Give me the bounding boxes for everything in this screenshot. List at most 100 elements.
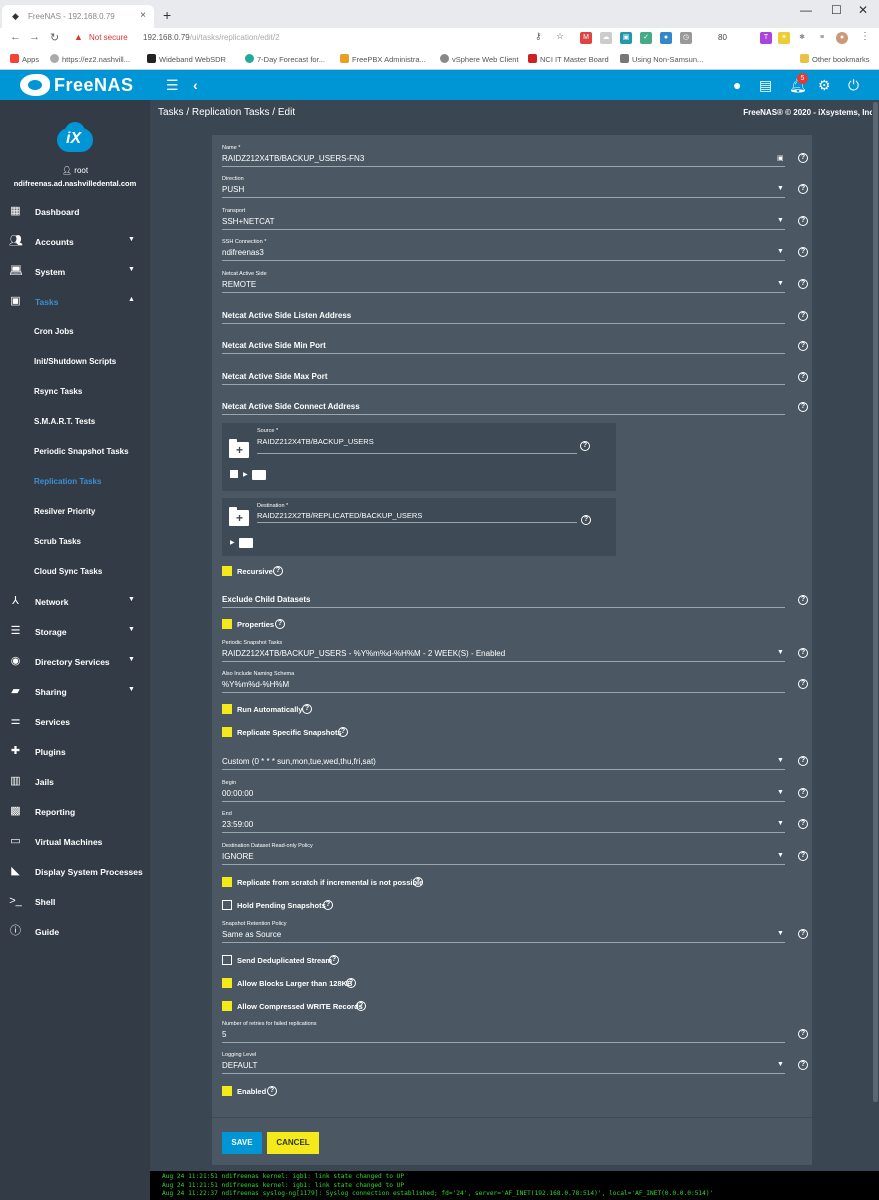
sidebar-item-tasks[interactable]: ▣ Tasks ▲ (0, 287, 150, 317)
help-icon[interactable]: ? (346, 978, 356, 988)
extensions-puzzle-icon[interactable]: ✱ (796, 32, 808, 44)
sidebar-item-services[interactable]: ⚌ Services (0, 707, 150, 737)
not-secure-label[interactable]: Not secure (89, 33, 128, 42)
key-icon[interactable]: ⚷ (535, 31, 542, 42)
sidebar-item-cloud-sync-tasks[interactable]: Cloud Sync Tasks (0, 557, 150, 587)
collapse-sidebar-icon[interactable]: ‹ (193, 76, 198, 94)
sidebar-item-reporting[interactable]: ▩ Reporting (0, 797, 150, 827)
save-button[interactable]: SAVE (222, 1132, 262, 1154)
extension-weather-icon[interactable]: ☀ (778, 32, 790, 44)
source-input[interactable]: RAIDZ212X4TB/BACKUP_USERS (257, 437, 374, 446)
help-icon[interactable]: ? (275, 619, 285, 629)
sidebar-item-replication-tasks[interactable]: Replication Tasks (0, 467, 150, 497)
settings-gear-icon[interactable]: ⚙ (818, 76, 831, 94)
help-icon[interactable]: ? (338, 727, 348, 737)
sidebar-item-plugins[interactable]: ✚ Plugins (0, 737, 150, 767)
extension-shield-icon[interactable]: ✓ (640, 32, 652, 44)
sidebar-item-scrub-tasks[interactable]: Scrub Tasks (0, 527, 150, 557)
help-icon[interactable]: ? (798, 679, 808, 689)
bookmark-item[interactable]: vSphere Web Client (440, 54, 519, 64)
sidebar-item-network[interactable]: ⅄ Network ▼ (0, 587, 150, 617)
help-icon[interactable]: ? (798, 311, 808, 321)
extension-counter[interactable]: 80 (718, 33, 727, 42)
help-icon[interactable]: ? (798, 1060, 808, 1070)
help-icon[interactable]: ? (798, 184, 808, 194)
sidebar-item-periodic-snapshot-tasks[interactable]: Periodic Snapshot Tasks (0, 437, 150, 467)
bookmark-item[interactable]: FreePBX Administra... (340, 54, 426, 64)
help-icon[interactable]: ? (798, 341, 808, 351)
help-icon[interactable]: ? (798, 788, 808, 798)
extension-cloud-icon[interactable]: ☁ (600, 32, 612, 44)
close-window-icon[interactable]: ✕ (858, 3, 868, 17)
breadcrumb[interactable]: Tasks / Replication Tasks / Edit (158, 107, 295, 118)
help-icon[interactable]: ? (798, 1029, 808, 1039)
help-icon[interactable]: ? (798, 595, 808, 605)
extension-clock-icon[interactable]: ◷ (680, 32, 692, 44)
bookmark-item[interactable]: Wideband WebSDR (147, 54, 226, 64)
menu-list-icon[interactable]: ≡ (816, 32, 828, 44)
extension-box-icon[interactable]: ▣ (620, 32, 632, 44)
help-icon[interactable]: ? (798, 819, 808, 829)
sidebar-item-directory-services[interactable]: ◉ Directory Services ▼ (0, 647, 150, 677)
help-icon[interactable]: ? (798, 402, 808, 412)
star-icon[interactable]: ☆ (556, 31, 564, 42)
help-icon[interactable]: ? (798, 929, 808, 939)
minimize-icon[interactable]: — (800, 3, 812, 17)
task-manager-icon[interactable]: ▤ (759, 76, 772, 94)
maximize-icon[interactable]: ☐ (831, 3, 842, 17)
sidebar-item-cron-jobs[interactable]: Cron Jobs (0, 317, 150, 347)
sidebar-item-system[interactable]: 💻︎ System ▼ (0, 257, 150, 287)
add-folder-icon[interactable]: + (229, 439, 249, 458)
browser-tab[interactable]: ◆ FreeNAS - 192.168.0.79 × (2, 5, 154, 28)
extension-lock-icon[interactable]: ● (660, 32, 672, 44)
new-tab-icon[interactable]: + (163, 7, 171, 23)
add-folder-icon[interactable]: + (229, 507, 249, 526)
help-icon[interactable]: ? (798, 216, 808, 226)
help-icon[interactable]: ? (798, 648, 808, 658)
expand-arrow-icon[interactable]: ▶ (230, 539, 235, 546)
sidebar-item-virtual-machines[interactable]: ▭ Virtual Machines (0, 827, 150, 857)
help-icon[interactable]: ? (273, 566, 283, 576)
profile-avatar[interactable]: ● (836, 32, 848, 44)
power-icon[interactable]: ⏻ (848, 76, 859, 94)
hamburger-menu-icon[interactable]: ☰ (166, 76, 179, 94)
sidebar-item-accounts[interactable]: 👥︎ Accounts ▼ (0, 227, 150, 257)
bookmark-item[interactable]: Apps (10, 54, 39, 64)
forward-icon[interactable]: → (29, 31, 40, 43)
help-icon[interactable]: ? (798, 279, 808, 289)
url-input[interactable]: 192.168.0.79/ui/tasks/replication/edit/2 (143, 33, 280, 42)
help-icon[interactable]: ? (798, 756, 808, 766)
theme-toggle-icon[interactable]: ● (733, 76, 741, 94)
help-icon[interactable]: ? (356, 1001, 366, 1011)
expand-arrow-icon[interactable]: ▶ (243, 471, 248, 478)
tab-close-icon[interactable]: × (140, 10, 146, 21)
destination-input[interactable]: RAIDZ212X2TB/REPLICATED/BACKUP_USERS (257, 511, 422, 520)
sidebar-item-resilver-priority[interactable]: Resilver Priority (0, 497, 150, 527)
sidebar-item-rsync-tasks[interactable]: Rsync Tasks (0, 377, 150, 407)
back-icon[interactable]: ← (10, 31, 21, 43)
sidebar-item-init-shutdown-scripts[interactable]: Init/Shutdown Scripts (0, 347, 150, 377)
help-icon[interactable]: ? (580, 441, 590, 451)
sidebar-item-sharing[interactable]: ▰ Sharing ▼ (0, 677, 150, 707)
help-icon[interactable]: ? (798, 247, 808, 257)
sidebar-item-smart-tests[interactable]: S.M.A.R.T. Tests (0, 407, 150, 437)
other-bookmarks[interactable]: Other bookmarks (800, 54, 870, 64)
help-icon[interactable]: ? (323, 900, 333, 910)
cancel-button[interactable]: CANCEL (267, 1132, 319, 1154)
tree-checkbox[interactable] (230, 470, 238, 478)
clipboard-icon[interactable]: ▣ (777, 154, 784, 162)
help-icon[interactable]: ? (413, 877, 423, 887)
help-icon[interactable]: ? (798, 851, 808, 861)
sidebar-item-storage[interactable]: ☰ Storage ▼ (0, 617, 150, 647)
help-icon[interactable]: ? (798, 372, 808, 382)
help-icon[interactable]: ? (581, 515, 591, 525)
extension-teams-icon[interactable]: T (760, 32, 772, 44)
help-icon[interactable]: ? (329, 955, 339, 965)
page-scrollbar[interactable] (872, 100, 879, 1171)
bookmark-item[interactable]: NCI IT Master Board (528, 54, 609, 64)
sidebar-item-guide[interactable]: ⓘ Guide (0, 917, 150, 947)
browser-menu-icon[interactable]: ⋮ (860, 31, 870, 42)
bookmark-item[interactable]: 7-Day Forecast for... (245, 54, 325, 64)
bookmark-item[interactable]: https://ez2.nashvill... (50, 54, 130, 64)
extension-mail-icon[interactable]: M (580, 32, 592, 44)
